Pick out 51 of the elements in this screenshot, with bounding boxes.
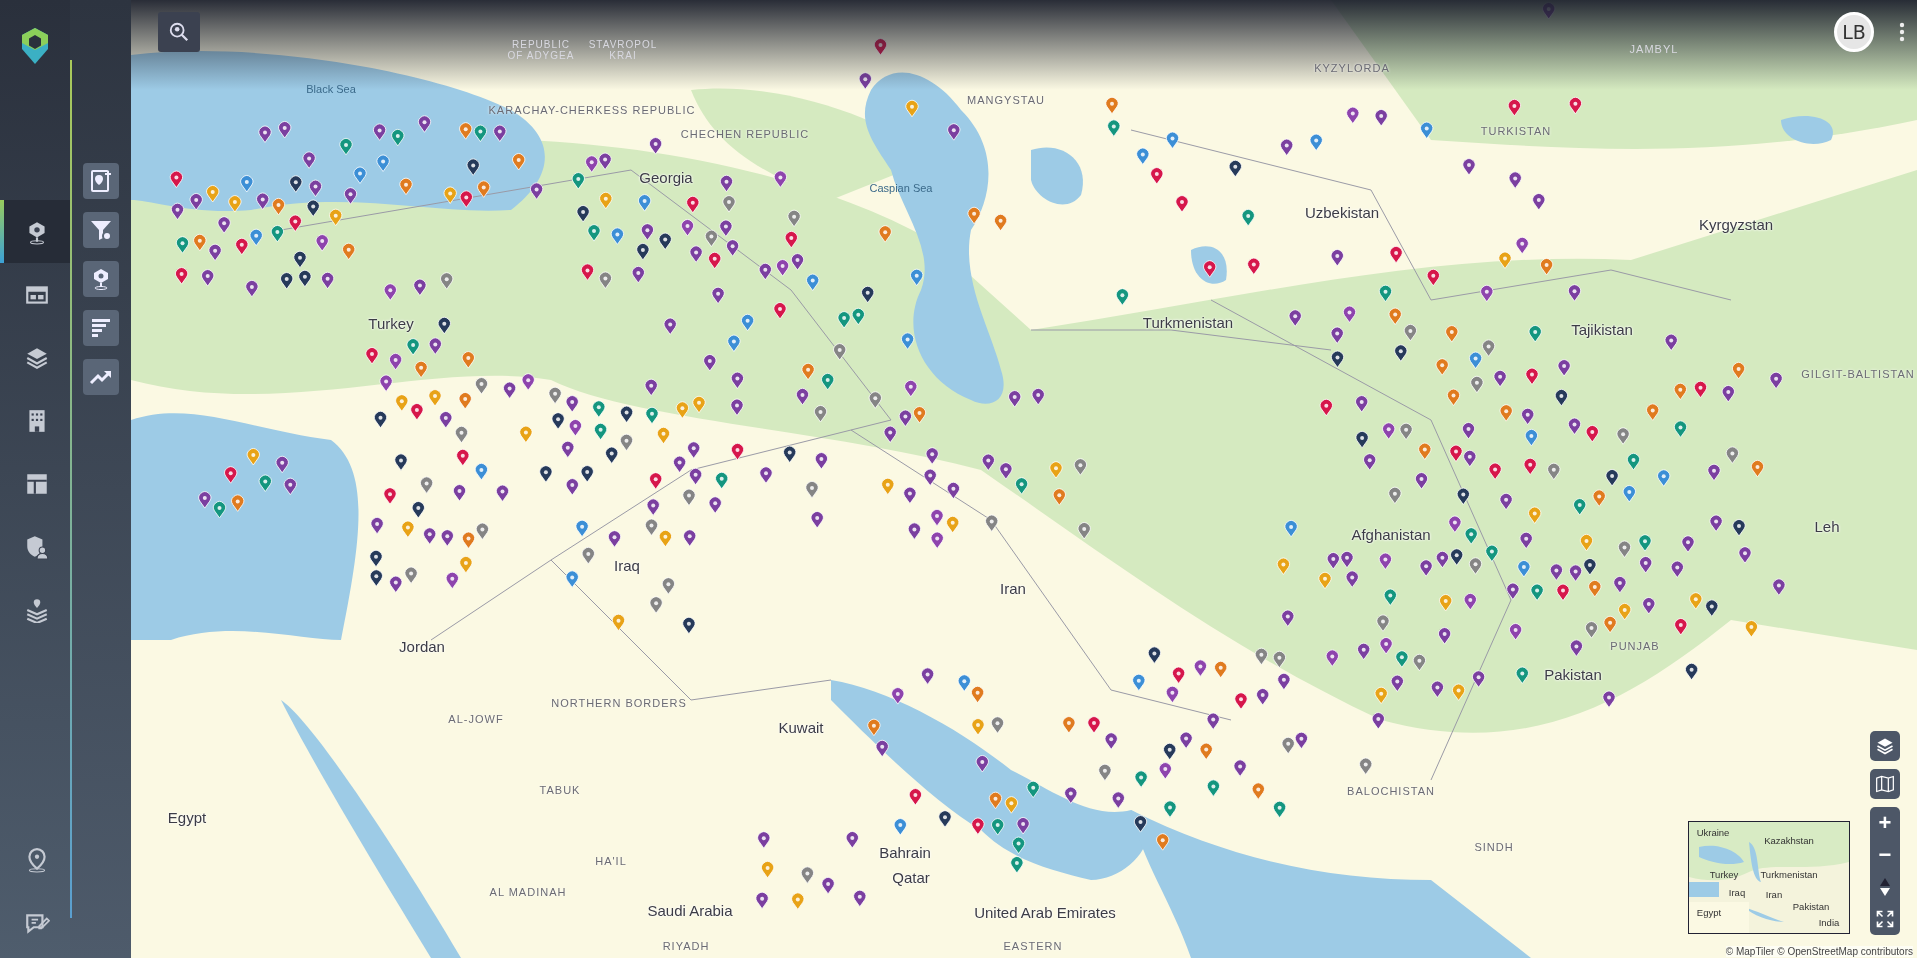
country-label: Saudi Arabia xyxy=(647,901,733,919)
overview-map-label: Pakistan xyxy=(1792,900,1830,912)
country-label: Kuwait xyxy=(778,718,824,736)
map-attribution: © MapTiler © OpenStreetMap contributors xyxy=(1725,946,1913,957)
country-label: Uzbekistan xyxy=(1304,203,1380,221)
region-label: STAVROPOL KRAI xyxy=(588,39,658,61)
overview-map-label: Turkey xyxy=(1709,868,1739,880)
region-label: CHECHEN REPUBLIC xyxy=(680,128,810,140)
country-label: Egypt xyxy=(167,808,207,826)
region-label: RIYADH xyxy=(662,940,710,952)
country-label: Afghanistan xyxy=(1351,525,1431,543)
region-label: PUNJAB xyxy=(1610,640,1660,652)
region-label: AL MADINAH xyxy=(489,886,567,898)
region-label: SINDH xyxy=(1474,841,1514,853)
country-label: Jordan xyxy=(399,637,445,655)
country-label: Georgia xyxy=(639,168,693,186)
region-label: JAMBYL xyxy=(1629,43,1679,55)
region-label: AL-JOWF xyxy=(448,713,504,725)
region-label: REPUBLIC OF ADYGEA xyxy=(506,39,576,61)
country-label: Kyrgyzstan xyxy=(1698,215,1774,233)
overview-map-label: Iraq xyxy=(1728,886,1746,898)
overview-map-label: Kazakhstan xyxy=(1764,834,1814,846)
overview-map-label: Turkmenistan xyxy=(1760,868,1818,880)
zoom-in-button[interactable]: + xyxy=(1870,807,1900,839)
overview-map[interactable]: Ukraine Kazakhstan Turkey Turkmenistan Iraq Iran Pakistan Egypt India xyxy=(1688,821,1850,934)
region-label: TABUK xyxy=(539,784,581,796)
zoom-out-button[interactable]: − xyxy=(1870,839,1900,871)
region-label: NORTHERN BORDERS xyxy=(551,697,687,709)
region-label: HA'IL xyxy=(595,855,627,867)
region-label: MANGYSTAU xyxy=(967,94,1045,106)
region-label: GILGIT-BALTISTAN xyxy=(1801,368,1915,380)
country-label: United Arab Emirates xyxy=(974,903,1116,921)
overview-map-label: Ukraine xyxy=(1696,826,1730,838)
country-label: Leh xyxy=(1814,517,1840,535)
region-label: BALOCHISTAN xyxy=(1347,785,1435,797)
sea-label: Caspian Sea xyxy=(869,182,933,194)
region-label: KYZYLORDA xyxy=(1314,62,1390,74)
overview-map-label: India xyxy=(1818,916,1840,928)
country-label: Pakistan xyxy=(1544,665,1602,683)
country-label: Tajikistan xyxy=(1571,320,1633,338)
country-label: Qatar xyxy=(892,868,930,886)
country-label: Iraq xyxy=(614,556,640,574)
region-label: EASTERN xyxy=(1003,940,1063,952)
country-label: Turkey xyxy=(368,314,414,332)
country-label: Turkmenistan xyxy=(1142,313,1234,331)
overview-map-label: Egypt xyxy=(1696,906,1722,918)
overview-map-label: Iran xyxy=(1765,888,1783,900)
region-label: TURKISTAN xyxy=(1480,125,1552,137)
sea-label: Black Sea xyxy=(306,83,356,95)
country-label: Iran xyxy=(1000,579,1026,597)
country-label: Bahrain xyxy=(879,843,931,861)
